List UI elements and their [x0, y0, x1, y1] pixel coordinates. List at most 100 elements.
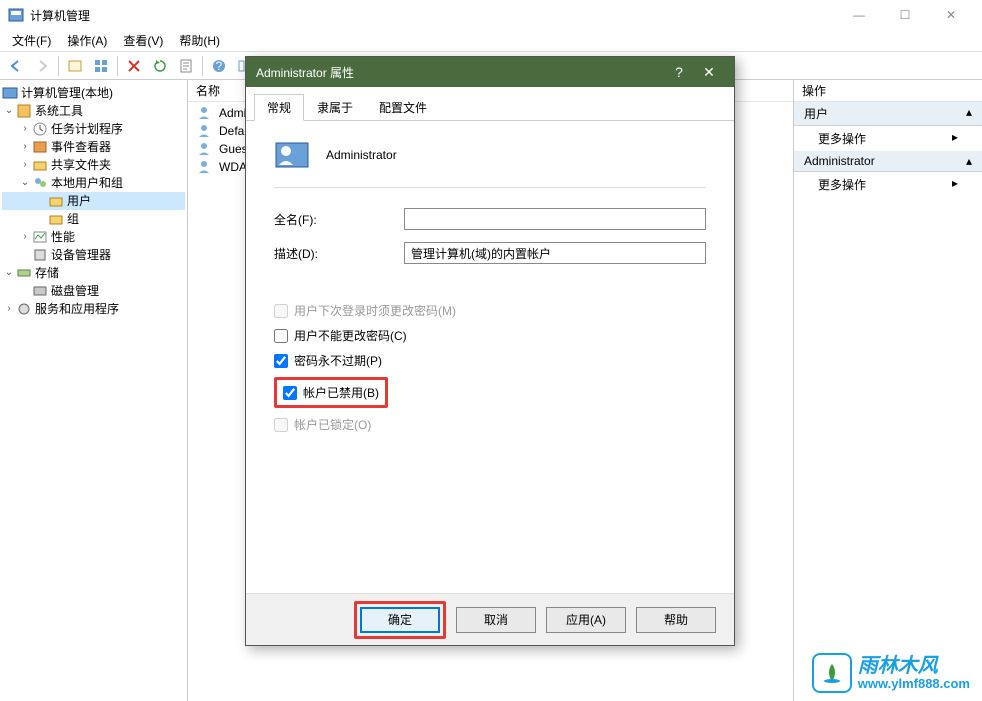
action-more-admin[interactable]: 更多操作▸	[794, 172, 982, 197]
chevron-right-icon: ▸	[952, 176, 958, 193]
cancel-button[interactable]: 取消	[456, 607, 536, 633]
watermark-url: www.ylmf888.com	[858, 676, 970, 691]
forward-button[interactable]	[30, 54, 54, 78]
minimize-button[interactable]: —	[836, 0, 882, 30]
action-section-admin[interactable]: Administrator▴	[794, 151, 982, 172]
tab-general[interactable]: 常规	[254, 94, 304, 121]
folder-icon	[48, 211, 64, 227]
dialog-button-bar: 确定 取消 应用(A) 帮助	[246, 593, 734, 645]
window-titlebar: 计算机管理 — ☐ ✕	[0, 0, 982, 30]
user-icon	[196, 105, 212, 121]
expand-icon[interactable]: ›	[18, 156, 32, 174]
checkbox-never-expire[interactable]	[274, 354, 288, 368]
computer-icon	[2, 85, 18, 101]
share-icon	[32, 157, 48, 173]
collapse-icon[interactable]: ⌄	[2, 264, 16, 282]
delete-icon[interactable]	[122, 54, 146, 78]
tree-root[interactable]: 计算机管理(本地)	[2, 84, 185, 102]
export-icon[interactable]	[174, 54, 198, 78]
tree-label: 组	[67, 210, 79, 228]
window-title: 计算机管理	[30, 7, 836, 24]
expand-icon[interactable]: ›	[2, 300, 16, 318]
refresh-icon[interactable]	[148, 54, 172, 78]
dialog-body: Administrator 全名(F): 描述(D): 用户下次登录时须更改密码…	[246, 121, 734, 593]
dialog-titlebar[interactable]: Administrator 属性 ? ✕	[246, 57, 734, 87]
tree-event-viewer[interactable]: › 事件查看器	[2, 138, 185, 156]
tree-disk-mgmt[interactable]: 磁盘管理	[2, 282, 185, 300]
user-icon	[196, 159, 212, 175]
tree-task-scheduler[interactable]: ›任务计划程序	[2, 120, 185, 138]
svg-text:?: ?	[216, 59, 223, 73]
dialog-username: Administrator	[326, 148, 397, 162]
check-must-change: 用户下次登录时须更改密码(M)	[274, 302, 706, 319]
checkbox-cannot-change[interactable]	[274, 329, 288, 343]
services-icon	[16, 301, 32, 317]
tab-memberof[interactable]: 隶属于	[304, 94, 366, 121]
apply-button[interactable]: 应用(A)	[546, 607, 626, 633]
tree-storage[interactable]: ⌄存储	[2, 264, 185, 282]
ok-button[interactable]: 确定	[360, 607, 440, 633]
checkbox-must-change	[274, 304, 288, 318]
check-never-expire[interactable]: 密码永不过期(P)	[274, 352, 706, 369]
expand-icon[interactable]: ›	[18, 138, 32, 156]
tree-users[interactable]: 用户	[2, 192, 185, 210]
clock-icon	[32, 121, 48, 137]
action-pane: 操作 用户▴ 更多操作▸ Administrator▴ 更多操作▸	[794, 80, 982, 701]
event-icon	[32, 139, 48, 155]
tree-label: 用户	[67, 192, 91, 210]
action-more-users[interactable]: 更多操作▸	[794, 126, 982, 151]
tree-device-manager[interactable]: 设备管理器	[2, 246, 185, 264]
back-button[interactable]	[4, 54, 28, 78]
collapse-arrow-icon: ▴	[966, 105, 972, 122]
description-input[interactable]	[404, 242, 706, 264]
description-label: 描述(D):	[274, 245, 404, 262]
expand-icon[interactable]: ›	[18, 120, 32, 138]
collapse-arrow-icon: ▴	[966, 154, 972, 168]
properties-dialog: Administrator 属性 ? ✕ 常规 隶属于 配置文件 Adminis…	[245, 56, 735, 646]
checkbox-account-disabled[interactable]	[283, 386, 297, 400]
menu-action[interactable]: 操作(A)	[59, 30, 115, 51]
action-header: 操作	[794, 80, 982, 102]
disk-icon	[32, 283, 48, 299]
expand-icon[interactable]: ›	[18, 228, 32, 246]
tree-services[interactable]: ›服务和应用程序	[2, 300, 185, 318]
maximize-button[interactable]: ☐	[882, 0, 928, 30]
user-icon	[196, 141, 212, 157]
new-window-icon[interactable]	[63, 54, 87, 78]
folder-icon	[48, 193, 64, 209]
watermark: 雨林木风 www.ylmf888.com	[812, 653, 970, 693]
check-account-disabled[interactable]: 帐户已禁用(B)	[283, 384, 379, 401]
tree-label: 设备管理器	[51, 246, 111, 264]
menu-view[interactable]: 查看(V)	[115, 30, 171, 51]
menu-file[interactable]: 文件(F)	[4, 30, 59, 51]
tree-label: 共享文件夹	[51, 156, 111, 174]
tree-local-users[interactable]: ⌄ 本地用户和组	[2, 174, 185, 192]
tree-shared-folders[interactable]: › 共享文件夹	[2, 156, 185, 174]
checkbox-locked	[274, 418, 288, 432]
help-icon[interactable]: ?	[207, 54, 231, 78]
tree-label: 本地用户和组	[51, 174, 123, 192]
window-controls: — ☐ ✕	[836, 0, 974, 30]
menu-help[interactable]: 帮助(H)	[171, 30, 228, 51]
grid-icon[interactable]	[89, 54, 113, 78]
collapse-icon[interactable]: ⌄	[2, 102, 16, 120]
check-locked: 帐户已锁定(O)	[274, 416, 706, 433]
dialog-close-button[interactable]: ✕	[694, 64, 724, 81]
tree-label: 计算机管理(本地)	[21, 84, 113, 102]
tree-label: 事件查看器	[51, 138, 111, 156]
tree-label: 系统工具	[35, 102, 83, 120]
help-button[interactable]: 帮助	[636, 607, 716, 633]
close-button[interactable]: ✕	[928, 0, 974, 30]
tree-performance[interactable]: ›性能	[2, 228, 185, 246]
action-section-users[interactable]: 用户▴	[794, 102, 982, 126]
collapse-icon[interactable]: ⌄	[18, 174, 32, 192]
tree-system-tools[interactable]: ⌄ 系统工具	[2, 102, 185, 120]
check-cannot-change[interactable]: 用户不能更改密码(C)	[274, 327, 706, 344]
tree-pane: 计算机管理(本地) ⌄ 系统工具 ›任务计划程序 › 事件查看器 › 共享文件夹 ⌄ 本…	[0, 80, 188, 701]
tree-groups[interactable]: 组	[2, 210, 185, 228]
fullname-input[interactable]	[404, 208, 706, 230]
dialog-help-button[interactable]: ?	[664, 64, 694, 80]
user-avatar-icon	[274, 137, 310, 173]
perf-icon	[32, 229, 48, 245]
tab-profile[interactable]: 配置文件	[366, 94, 440, 121]
